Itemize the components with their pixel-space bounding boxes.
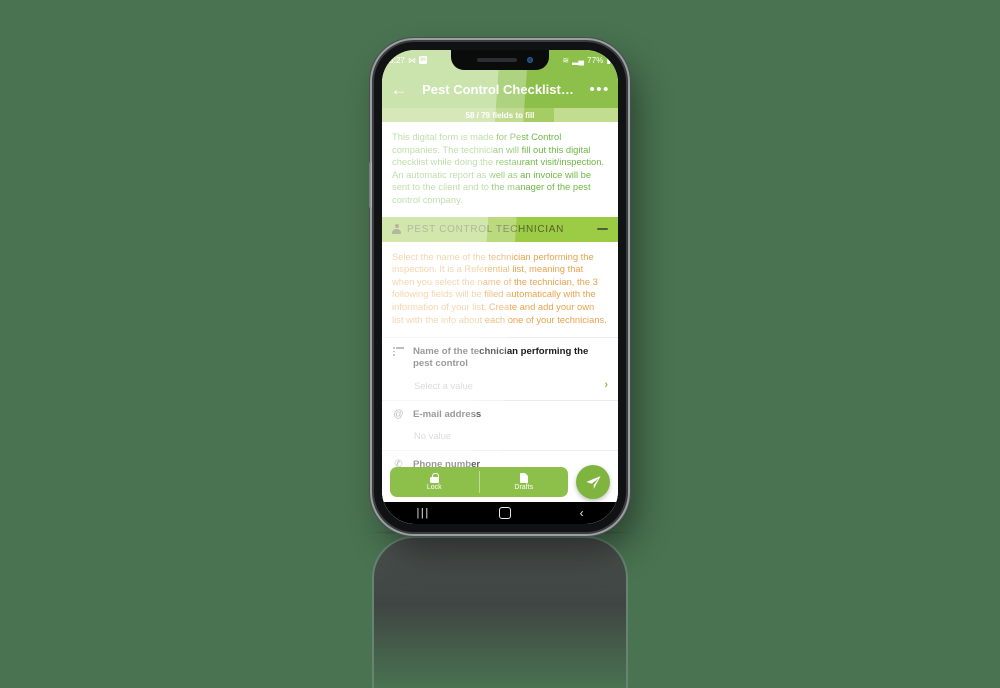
lock-icon xyxy=(429,473,439,483)
section-title: PEST CONTROL TECHNICIAN xyxy=(407,223,565,235)
kebab-menu-icon[interactable]: ••• xyxy=(588,82,610,97)
signal-icon: ▂▄ xyxy=(572,55,585,65)
status-bar-right: ≋ ▂▄ 77% ▮ xyxy=(562,56,611,65)
field-value: No value xyxy=(414,430,452,442)
field-email-address[interactable]: @ E-mail address No value xyxy=(382,400,618,451)
front-camera-icon xyxy=(527,57,533,63)
document-icon xyxy=(519,473,528,483)
linkedin-icon: in xyxy=(419,56,428,64)
list-icon xyxy=(392,346,405,357)
field-header: Name of the technician performing the pe… xyxy=(392,346,608,370)
back-button[interactable]: ‹ xyxy=(580,506,584,520)
battery-percent: 77% xyxy=(587,55,604,65)
lock-button-label: Lock xyxy=(426,484,442,491)
status-time: 3:27 xyxy=(389,55,405,65)
status-bar-left: 3:27 ⋈ in xyxy=(389,55,428,65)
phone-device: 3:27 ⋈ in ≋ ▂▄ 77% ▮ ← Pest Control Chec… xyxy=(369,42,626,532)
home-square-icon[interactable] xyxy=(498,507,511,519)
app-bar: ← Pest Control Checklist… ••• xyxy=(382,70,618,108)
battery-icon: ▮ xyxy=(606,55,611,65)
section-header-pest-control-technician[interactable]: PEST CONTROL TECHNICIAN xyxy=(382,216,618,242)
minus-icon[interactable] xyxy=(597,228,608,231)
device-reflection xyxy=(374,538,626,688)
lock-drafts-pill: Lock Drafts xyxy=(390,467,568,497)
app-root: 3:27 ⋈ in ≋ ▂▄ 77% ▮ ← Pest Control Chec… xyxy=(382,50,618,524)
back-arrow-icon[interactable]: ← xyxy=(390,81,408,98)
earpiece-speaker-icon xyxy=(477,58,517,62)
page-title: Pest Control Checklist… xyxy=(422,81,574,97)
recents-button[interactable]: ||| xyxy=(416,507,429,519)
bottom-action-bar: Lock Drafts xyxy=(382,462,618,502)
field-label: Name of the technician performing the pe… xyxy=(413,346,589,370)
section-help-text: Select the name of the technician perfor… xyxy=(392,250,607,325)
field-value-row[interactable]: Select a value › xyxy=(392,370,608,400)
field-value-row[interactable]: No value xyxy=(392,421,608,450)
chevron-right-icon[interactable]: › xyxy=(604,379,608,391)
wifi-icon: ≋ xyxy=(562,55,570,65)
android-nav-bar: ||| ‹ xyxy=(382,502,618,524)
field-technician-name[interactable]: Name of the technician performing the pe… xyxy=(382,337,618,401)
drafts-button[interactable]: Drafts xyxy=(480,467,569,497)
scene: 3:27 ⋈ in ≋ ▂▄ 77% ▮ ← Pest Control Chec… xyxy=(0,0,1000,688)
at-icon: @ xyxy=(393,409,404,421)
field-value: Select a value xyxy=(414,379,473,391)
intro-description: This digital form is made for Pest Contr… xyxy=(392,131,605,205)
mute-icon: ⋈ xyxy=(407,55,417,65)
send-paper-plane-icon xyxy=(585,475,601,489)
phone-screen: 3:27 ⋈ in ≋ ▂▄ 77% ▮ ← Pest Control Chec… xyxy=(382,50,618,524)
notch xyxy=(451,50,549,70)
field-label: E-mail address xyxy=(413,409,482,421)
progress-bar: 58 / 79 fields to fill xyxy=(382,108,618,122)
progress-label: 58 / 79 fields to fill xyxy=(465,110,535,120)
field-header: @ E-mail address xyxy=(392,409,608,421)
drafts-button-label: Drafts xyxy=(514,484,534,491)
lock-button[interactable]: Lock xyxy=(390,467,479,497)
person-icon xyxy=(392,224,401,235)
send-button[interactable] xyxy=(576,465,610,499)
